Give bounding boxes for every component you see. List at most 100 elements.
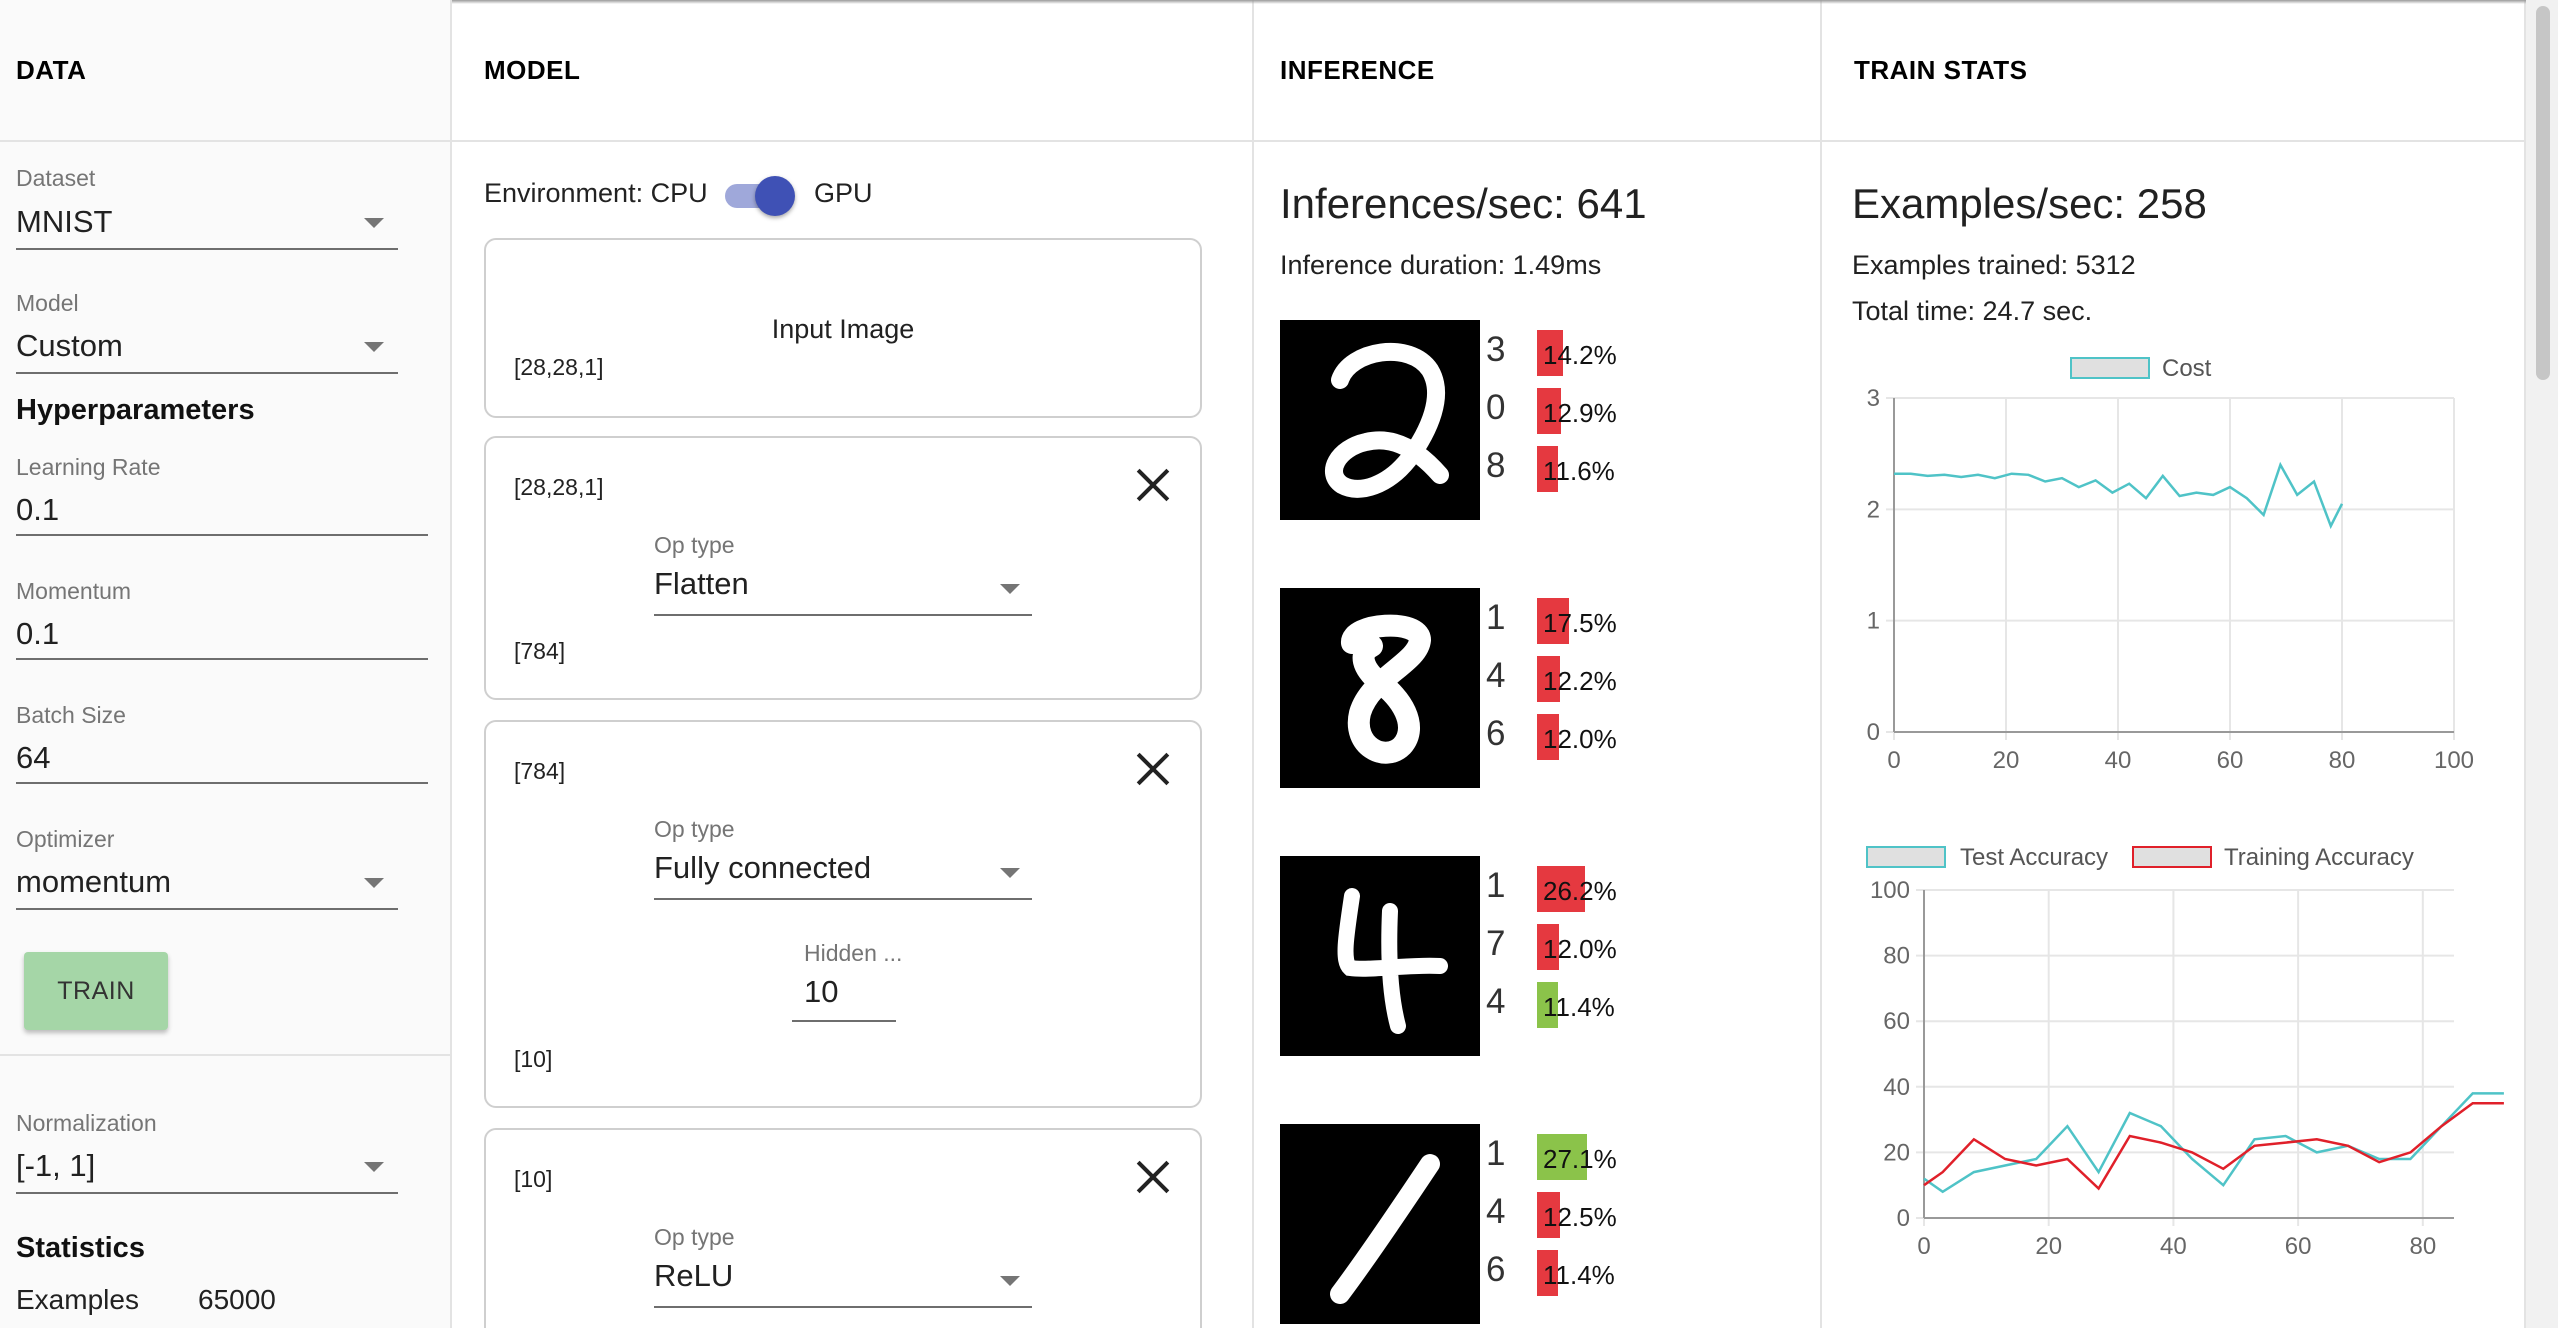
prediction-label: 4 [1486,982,1506,1021]
learning-rate-label: Learning Rate [16,454,161,480]
close-icon[interactable] [1136,468,1170,502]
prediction-label: 8 [1486,446,1506,485]
momentum-input[interactable]: 0.1 [16,616,428,656]
prediction-pct: 12.9% [1543,398,1617,428]
x-tick-label: 20 [2035,1233,2062,1260]
x-tick-label: 60 [2285,1233,2312,1260]
x-tick-label: 0 [1887,747,1900,774]
layer-in-shape: [784] [514,758,566,784]
prediction-label: 6 [1486,1250,1506,1289]
y-tick-label: 40 [1883,1074,1910,1101]
train-button[interactable]: TRAIN [24,952,168,1030]
normalization-select[interactable]: [-1, 1] [16,1144,398,1194]
top-shadow [452,0,2526,4]
y-tick-label: 80 [1883,943,1910,970]
dataset-underline [16,248,398,250]
divider [0,1054,450,1056]
model-select[interactable]: Custom [16,324,398,374]
prediction-label: 1 [1486,1134,1506,1173]
examples-trained: Examples trained: 5312 [1852,250,2136,280]
digit-image [1280,320,1480,520]
close-icon[interactable] [1136,1160,1170,1194]
optimizer-underline [16,908,398,910]
prediction-label: 4 [1486,656,1506,695]
model-panel: MODEL Environment: CPU GPU Input Image [… [452,0,1254,1328]
prediction-pct: 27.1% [1543,1144,1617,1174]
layer-out-shape: [784] [514,638,566,664]
batch-size-underline [16,782,428,784]
hidden-units-input[interactable]: 10 [804,974,908,1014]
hyperparameters-heading: Hyperparameters [16,394,255,426]
legend-label-cost: Cost [2162,355,2212,382]
op-type-select[interactable]: Fully connected [654,846,1032,896]
digit-image [1280,856,1480,1056]
prediction-label: 0 [1486,388,1506,427]
y-tick-label: 2 [1867,496,1880,523]
x-tick-label: 20 [1993,747,2020,774]
examples-value: 65000 [198,1284,276,1315]
layer-in-shape: [28,28,1] [514,474,604,500]
normalization-underline [16,1192,398,1194]
close-icon[interactable] [1136,752,1170,786]
layer-out-shape: [10] [514,1046,553,1072]
cost-chart: 0 20 40 60 80 100 0 1 2 3 [1867,385,2474,774]
prediction-label: 6 [1486,714,1506,753]
op-type-underline [654,614,1032,616]
y-tick-label: 0 [1867,719,1880,746]
examples-per-sec: Examples/sec: 258 [1852,180,2207,227]
x-tick-label: 40 [2160,1233,2187,1260]
legend-swatch-training-accuracy [2132,846,2212,868]
prediction-label: 4 [1486,1192,1506,1231]
model-header: MODEL [452,0,1252,142]
legend-swatch-test-accuracy [1866,846,1946,868]
input-shape: [28,28,1] [514,354,604,380]
scrollbar-thumb[interactable] [2536,6,2550,380]
x-tick-label: 80 [2329,747,2356,774]
hidden-units-underline [792,1020,896,1022]
op-type-label: Op type [654,532,735,558]
environment-toggle-thumb[interactable] [755,176,795,216]
learning-rate-input[interactable]: 0.1 [16,492,428,532]
layer-in-shape: [10] [514,1166,553,1192]
op-type-select[interactable]: Flatten [654,562,1032,612]
op-type-value: Flatten [654,566,749,601]
prediction-pct: 12.2% [1543,666,1617,696]
prediction-label: 7 [1486,924,1506,963]
inference-duration: Inference duration: 1.49ms [1280,250,1602,280]
op-type-select[interactable]: ReLU [654,1254,1032,1304]
prediction-label: 3 [1486,330,1506,369]
inference-sample: 1 17.5% 4 12.2% 6 12.0% [1254,588,1820,788]
op-type-label: Op type [654,1224,735,1250]
model-underline [16,372,398,374]
data-panel: DATA Dataset MNIST Model Custom Hyperpar… [0,0,452,1328]
inference-panel: INFERENCE Inferences/sec: 641 Inference … [1254,0,1822,1328]
prediction-pct: 11.6% [1543,456,1615,486]
prediction-pct: 12.0% [1543,724,1617,754]
normalization-label: Normalization [16,1110,157,1136]
inference-sample: 1 26.2% 7 12.0% 4 11.4% [1254,856,1820,1056]
momentum-underline [16,658,428,660]
op-type-value: Fully connected [654,850,872,885]
y-tick-label: 0 [1897,1205,1910,1232]
chevron-down-icon [364,878,384,888]
total-time: Total time: 24.7 sec. [1852,296,2093,326]
inference-sample: 3 14.2% 0 12.9% 8 11.6% [1254,320,1820,520]
hidden-units-label: Hidden ... [804,940,903,966]
legend-swatch-cost [2070,357,2150,379]
y-tick-label: 1 [1867,608,1880,635]
dataset-value: MNIST [16,204,113,239]
dataset-select[interactable]: MNIST [16,200,398,250]
optimizer-select[interactable]: momentum [16,860,398,910]
learning-rate-underline [16,534,428,536]
train-stats-header: TRAIN STATS [1822,0,2524,142]
optimizer-label: Optimizer [16,826,115,852]
batch-size-input[interactable]: 64 [16,740,428,780]
prediction-pct: 12.5% [1543,1202,1617,1232]
prediction-label: 1 [1486,598,1506,637]
accuracy-chart: 0 20 40 60 80 0 20 40 60 80 100 [1870,877,2504,1260]
train-stats-panel: TRAIN STATS Examples/sec: 258 Examples t… [1822,0,2526,1328]
series-line-training-accuracy [1923,1101,2504,1191]
prediction-pct: 26.2% [1543,876,1617,906]
prediction-label: 1 [1486,866,1506,905]
y-tick-label: 60 [1883,1008,1910,1035]
